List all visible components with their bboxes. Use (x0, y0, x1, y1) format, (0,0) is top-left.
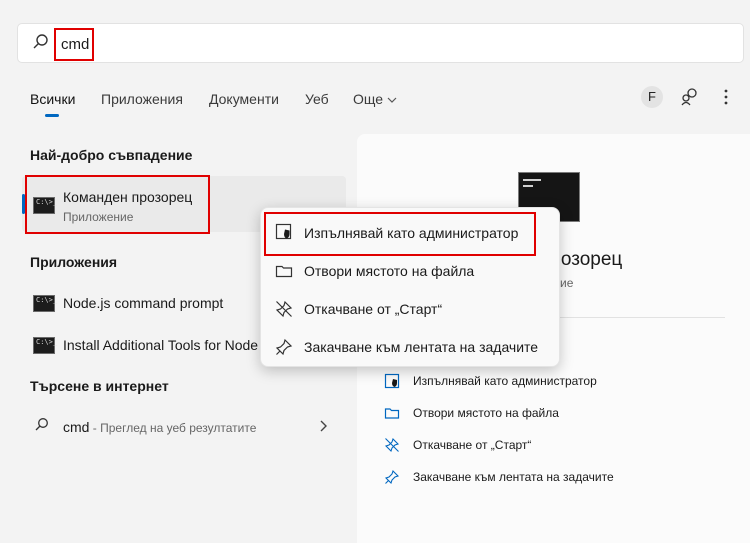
more-options-icon[interactable] (717, 88, 735, 106)
tab-web[interactable]: Уеб (305, 91, 329, 107)
folder-icon (275, 265, 293, 278)
chevron-right-icon[interactable] (318, 419, 328, 433)
shield-icon (384, 373, 400, 389)
tab-apps[interactable]: Приложения (101, 91, 183, 107)
search-icon (35, 418, 48, 431)
search-input-highlight (54, 28, 94, 61)
apps-heading: Приложения (30, 254, 118, 270)
panel-action-open-location[interactable]: Отвори мястото на файла (413, 406, 559, 420)
unpin-icon (275, 300, 293, 318)
nodejs-prompt-icon: C:\>_ (33, 295, 57, 312)
install-tools-icon: C:\>_ (33, 337, 57, 354)
folder-icon (384, 408, 400, 419)
panel-action-pin-taskbar[interactable]: Закачване към лентата на задачите (413, 470, 614, 484)
people-icon[interactable] (680, 87, 700, 107)
menu-item-pin-taskbar[interactable]: Закачване към лентата на задачите (304, 339, 538, 355)
tab-more[interactable]: Още (353, 91, 397, 107)
tab-documents[interactable]: Документи (209, 91, 279, 107)
tab-all[interactable]: Всички (30, 91, 75, 107)
app-item-install-tools[interactable]: Install Additional Tools for Node (63, 337, 258, 353)
menu-item-open-location[interactable]: Отвори мястото на файла (304, 263, 474, 279)
panel-action-unpin-start[interactable]: Откачване от „Старт“ (413, 438, 531, 452)
active-tab-indicator (45, 114, 59, 117)
panel-action-run-as-admin[interactable]: Изпълнявай като администратор (413, 374, 597, 388)
search-icon (33, 34, 48, 49)
tab-more-label: Още (353, 91, 384, 107)
preview-subtitle: ие (560, 276, 574, 290)
pin-icon (384, 469, 400, 485)
best-match-heading: Най-добро съвпадение (30, 147, 193, 163)
web-search-heading: Търсене в интернет (30, 378, 169, 394)
web-search-hint: - Преглед на уеб резултатите (89, 421, 257, 435)
avatar[interactable]: F (641, 86, 663, 108)
pin-icon (275, 338, 293, 356)
search-input[interactable] (61, 36, 93, 53)
menu-item-highlight (264, 212, 536, 256)
unpin-icon (384, 437, 400, 453)
app-item-nodejs-command-prompt[interactable]: Node.js command prompt (63, 295, 223, 311)
search-bar[interactable] (17, 23, 744, 63)
chevron-down-icon (387, 97, 397, 104)
web-search-query: cmd (63, 419, 90, 435)
best-match-highlight (25, 175, 210, 234)
web-search-result[interactable]: cmd - Преглед на уеб резултатите (63, 419, 256, 437)
menu-item-unpin-start[interactable]: Откачване от „Старт“ (304, 301, 442, 317)
